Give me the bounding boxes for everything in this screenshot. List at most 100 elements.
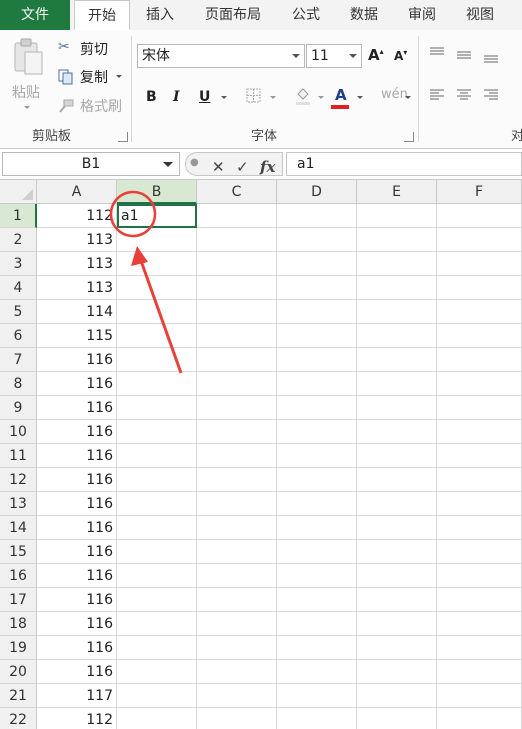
cell-empty[interactable] <box>277 420 357 444</box>
enter-entry-button[interactable]: ✓ <box>236 158 249 176</box>
font-name-combo[interactable]: 宋体 <box>137 44 305 68</box>
row-header[interactable]: 1 <box>0 204 37 228</box>
column-header-c[interactable]: C <box>197 180 277 204</box>
bold-button[interactable]: B <box>146 89 157 105</box>
cell-empty[interactable] <box>197 348 277 372</box>
cell-empty[interactable] <box>357 324 437 348</box>
cell-b[interactable] <box>117 324 197 348</box>
cell-empty[interactable] <box>437 252 522 276</box>
fill-color-dropdown-icon[interactable] <box>318 96 324 99</box>
cell-empty[interactable] <box>197 516 277 540</box>
row-header[interactable]: 21 <box>0 684 37 708</box>
italic-button[interactable]: I <box>173 89 180 105</box>
cell-a[interactable]: 116 <box>37 516 117 540</box>
cell-empty[interactable] <box>357 252 437 276</box>
cell-empty[interactable] <box>437 516 522 540</box>
cell-empty[interactable] <box>437 420 522 444</box>
fill-color-icon[interactable] <box>294 86 312 106</box>
cell-empty[interactable] <box>357 588 437 612</box>
cell-empty[interactable] <box>357 396 437 420</box>
align-top-icon[interactable] <box>429 46 445 60</box>
cell-empty[interactable] <box>437 684 522 708</box>
cell-a[interactable]: 116 <box>37 612 117 636</box>
cell-b[interactable] <box>117 468 197 492</box>
cell-empty[interactable] <box>437 276 522 300</box>
cell-empty[interactable] <box>277 660 357 684</box>
cell-b[interactable] <box>117 708 197 729</box>
cell-empty[interactable] <box>437 708 522 729</box>
row-header[interactable]: 8 <box>0 372 37 396</box>
cell-empty[interactable] <box>197 228 277 252</box>
cell-a[interactable]: 113 <box>37 252 117 276</box>
tab-data[interactable]: 数据 <box>338 0 390 30</box>
cell-empty[interactable] <box>277 540 357 564</box>
cell-empty[interactable] <box>197 300 277 324</box>
select-all-button[interactable] <box>0 180 37 204</box>
font-size-combo[interactable]: 11 <box>306 44 362 68</box>
cell-empty[interactable] <box>277 324 357 348</box>
cell-empty[interactable] <box>437 636 522 660</box>
cell-empty[interactable] <box>197 492 277 516</box>
cell-b[interactable] <box>117 540 197 564</box>
cell-a[interactable]: 116 <box>37 348 117 372</box>
cell-b[interactable] <box>117 516 197 540</box>
cell-empty[interactable] <box>277 204 357 228</box>
cell-b[interactable] <box>117 372 197 396</box>
align-bottom-icon[interactable] <box>483 50 499 64</box>
cell-a[interactable]: 116 <box>37 444 117 468</box>
cell-empty[interactable] <box>437 468 522 492</box>
tab-home[interactable]: 开始 <box>74 0 130 30</box>
cell-empty[interactable] <box>277 516 357 540</box>
name-box[interactable]: B1 <box>2 152 180 176</box>
cell-empty[interactable] <box>277 588 357 612</box>
cell-empty[interactable] <box>437 324 522 348</box>
cell-b[interactable] <box>117 444 197 468</box>
cell-a[interactable]: 115 <box>37 324 117 348</box>
cell-empty[interactable] <box>357 420 437 444</box>
cell-a[interactable]: 116 <box>37 636 117 660</box>
row-header[interactable]: 11 <box>0 444 37 468</box>
cell-empty[interactable] <box>437 300 522 324</box>
row-header[interactable]: 18 <box>0 612 37 636</box>
cell-empty[interactable] <box>197 540 277 564</box>
cell-empty[interactable] <box>437 348 522 372</box>
tab-file[interactable]: 文件 <box>0 0 70 30</box>
cell-empty[interactable] <box>277 708 357 729</box>
cell-b[interactable] <box>117 660 197 684</box>
cell-empty[interactable] <box>277 492 357 516</box>
column-header-e[interactable]: E <box>357 180 437 204</box>
cell-empty[interactable] <box>197 684 277 708</box>
cell-empty[interactable] <box>357 228 437 252</box>
cell-empty[interactable] <box>197 396 277 420</box>
cell-empty[interactable] <box>277 348 357 372</box>
align-right-icon[interactable] <box>483 88 499 102</box>
cell-empty[interactable] <box>277 612 357 636</box>
cell-b[interactable] <box>117 228 197 252</box>
cell-empty[interactable] <box>357 444 437 468</box>
grow-font-icon[interactable]: A▴ <box>368 46 384 64</box>
cell-b[interactable] <box>117 612 197 636</box>
cell-empty[interactable] <box>437 372 522 396</box>
cell-empty[interactable] <box>197 444 277 468</box>
border-icon[interactable] <box>246 88 262 104</box>
row-header[interactable]: 22 <box>0 708 37 729</box>
cell-empty[interactable] <box>197 204 277 228</box>
cell-a[interactable]: 112 <box>37 204 117 228</box>
cell-empty[interactable] <box>277 276 357 300</box>
tab-view[interactable]: 视图 <box>454 0 506 30</box>
cancel-entry-button[interactable]: ✕ <box>212 158 225 176</box>
column-header-d[interactable]: D <box>277 180 357 204</box>
cell-empty[interactable] <box>437 660 522 684</box>
cell-a[interactable]: 116 <box>37 396 117 420</box>
row-header[interactable]: 14 <box>0 516 37 540</box>
cell-b[interactable] <box>117 276 197 300</box>
cell-empty[interactable] <box>437 492 522 516</box>
cell-empty[interactable] <box>277 252 357 276</box>
cell-empty[interactable] <box>357 516 437 540</box>
cell-empty[interactable] <box>437 444 522 468</box>
cell-b[interactable] <box>117 396 197 420</box>
insert-function-button[interactable]: fx <box>260 158 275 176</box>
cell-empty[interactable] <box>357 612 437 636</box>
row-header[interactable]: 2 <box>0 228 37 252</box>
cell-empty[interactable] <box>437 540 522 564</box>
